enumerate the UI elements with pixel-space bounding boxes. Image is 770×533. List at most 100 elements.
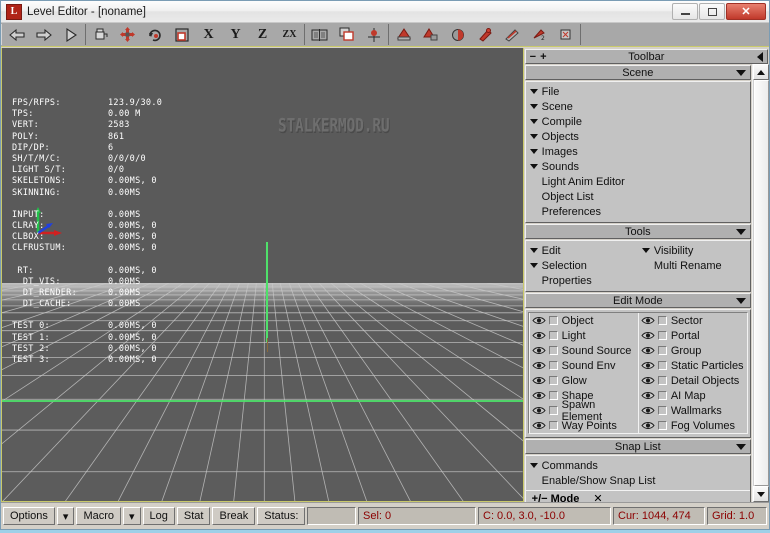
eye-icon[interactable] <box>531 374 547 387</box>
eye-icon[interactable] <box>531 329 547 342</box>
checkbox-fog-volumes[interactable] <box>657 421 667 430</box>
eye-icon[interactable] <box>640 404 656 417</box>
snap-item-enable-show-snap-list[interactable]: Enable/Show Snap List <box>526 473 750 488</box>
scroll-track[interactable] <box>753 80 769 486</box>
eye-icon[interactable] <box>531 419 547 432</box>
portal-mode-icon[interactable] <box>444 24 471 45</box>
eye-icon[interactable] <box>640 329 656 342</box>
snap-list-chevron-down-icon[interactable] <box>736 440 746 453</box>
log-button[interactable]: Log <box>142 507 175 525</box>
eye-icon[interactable] <box>531 389 547 402</box>
scroll-up-arrow-icon[interactable] <box>753 64 769 80</box>
toolbar-dock-header[interactable]: − + Toolbar <box>524 49 768 64</box>
eye-icon[interactable] <box>640 419 656 432</box>
viewport-panel[interactable]: STALKERMOD.RU FPS/RFPS: 123.9/30.0 TPS: 0.0… <box>1 48 524 502</box>
chevron-down-icon[interactable] <box>529 463 538 468</box>
undo-icon[interactable] <box>3 24 30 45</box>
sector-mode-icon[interactable] <box>417 24 444 45</box>
chevron-down-icon[interactable] <box>529 164 538 169</box>
maximize-button[interactable] <box>699 3 725 20</box>
scene-item-light-anim-editor[interactable]: Light Anim Editor <box>526 174 750 189</box>
checkbox-portal[interactable] <box>657 331 667 340</box>
tools-section-header[interactable]: Tools <box>524 224 751 239</box>
redo-icon[interactable] <box>30 24 57 45</box>
options-button[interactable]: Options <box>3 507 55 525</box>
dock-minus-button[interactable]: − <box>530 51 536 63</box>
scene-item-scene[interactable]: Scene <box>526 99 750 114</box>
checkbox-static-particles[interactable] <box>657 361 667 370</box>
checkbox-glow[interactable] <box>548 376 558 385</box>
dock-vertical-scrollbar[interactable] <box>752 64 769 502</box>
chevron-down-icon[interactable] <box>529 119 538 124</box>
scene-item-file[interactable]: File <box>526 84 750 99</box>
axis-x-button[interactable]: X <box>195 24 222 45</box>
select-arrow-icon[interactable] <box>57 24 84 45</box>
scene-item-images[interactable]: Images <box>526 144 750 159</box>
dock-plus-button[interactable]: + <box>540 51 546 63</box>
move-icon[interactable] <box>114 24 141 45</box>
chevron-down-icon[interactable] <box>641 248 650 253</box>
edit-mode-chevron-down-icon[interactable] <box>736 294 746 307</box>
checkbox-shape[interactable] <box>548 391 558 400</box>
checkbox-spawn-element[interactable] <box>548 406 558 415</box>
pivot-icon[interactable] <box>360 24 387 45</box>
scene-section-header[interactable]: Scene <box>524 65 751 80</box>
checkbox-way-points[interactable] <box>548 421 558 430</box>
chevron-down-icon[interactable] <box>529 149 538 154</box>
checkbox-sound-env[interactable] <box>548 361 558 370</box>
macro-dropdown-arrow-icon[interactable]: ▾ <box>123 507 141 525</box>
tools-item-properties[interactable]: Properties <box>526 273 638 288</box>
minimize-button[interactable] <box>672 3 698 20</box>
checkbox-detail-objects[interactable] <box>657 376 667 385</box>
eye-icon[interactable] <box>640 374 656 387</box>
3d-viewport[interactable]: STALKERMOD.RU FPS/RFPS: 123.9/30.0 TPS: 0.0… <box>2 48 523 501</box>
mirror-icon[interactable] <box>306 24 333 45</box>
checkbox-object[interactable] <box>548 316 558 325</box>
scroll-down-arrow-icon[interactable] <box>753 486 769 502</box>
object-mode-icon[interactable] <box>390 24 417 45</box>
eye-icon[interactable] <box>640 314 656 327</box>
scene-item-sounds[interactable]: Sounds <box>526 159 750 174</box>
scene-chevron-down-icon[interactable] <box>736 66 746 79</box>
spawn-mode-icon[interactable] <box>552 24 579 45</box>
light-mode-icon[interactable] <box>471 24 498 45</box>
chevron-down-icon[interactable] <box>529 134 538 139</box>
macro-button[interactable]: Macro <box>76 507 122 525</box>
axis-zx-button[interactable]: ZX <box>276 24 303 45</box>
shape-mode-icon[interactable]: 2 <box>525 24 552 45</box>
scene-item-compile[interactable]: Compile <box>526 114 750 129</box>
break-button[interactable]: Break <box>212 507 256 525</box>
checkbox-ai-map[interactable] <box>657 391 667 400</box>
snap-list-section-header[interactable]: Snap List <box>524 439 751 454</box>
eye-icon[interactable] <box>531 404 547 417</box>
rotate-icon[interactable] <box>141 24 168 45</box>
eye-icon[interactable] <box>531 359 547 372</box>
chevron-down-icon[interactable] <box>529 248 538 253</box>
options-dropdown-arrow-icon[interactable]: ▾ <box>56 507 75 525</box>
snap-item-commands[interactable]: Commands <box>526 458 750 473</box>
glow-mode-icon[interactable] <box>498 24 525 45</box>
snap-mode-value[interactable]: ✕ <box>593 492 602 502</box>
eye-icon[interactable] <box>531 344 547 357</box>
checkbox-group[interactable] <box>657 346 667 355</box>
eye-icon[interactable] <box>640 344 656 357</box>
scene-item-preferences[interactable]: Preferences <box>526 204 750 219</box>
checkbox-wallmarks[interactable] <box>657 406 667 415</box>
scale-icon[interactable] <box>168 24 195 45</box>
eye-icon[interactable] <box>640 389 656 402</box>
checkbox-sound-source[interactable] <box>548 346 558 355</box>
stat-button[interactable]: Stat <box>176 507 211 525</box>
add-object-icon[interactable] <box>87 24 114 45</box>
collapse-left-icon[interactable] <box>757 50 763 63</box>
clone-icon[interactable] <box>333 24 360 45</box>
scroll-thumb[interactable] <box>754 80 769 486</box>
tools-item-edit[interactable]: Edit <box>526 243 638 258</box>
checkbox-sector[interactable] <box>657 316 667 325</box>
chevron-down-icon[interactable] <box>529 89 538 94</box>
chevron-down-icon[interactable] <box>529 104 538 109</box>
tools-item-multi-rename[interactable]: Multi Rename <box>638 258 750 273</box>
tools-item-visibility[interactable]: Visibility <box>638 243 750 258</box>
scene-item-objects[interactable]: Objects <box>526 129 750 144</box>
eye-icon[interactable] <box>640 359 656 372</box>
toolbar-dock-controls[interactable]: − + <box>530 50 547 63</box>
